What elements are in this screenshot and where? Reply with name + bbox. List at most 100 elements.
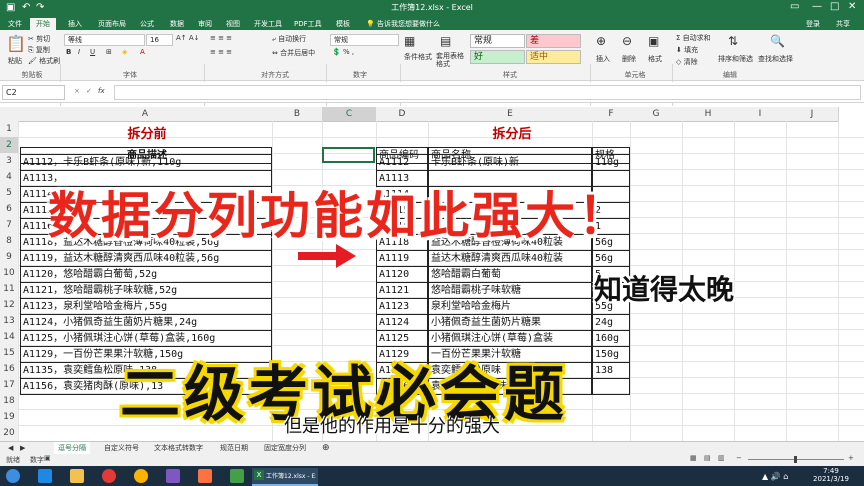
- paste-icon[interactable]: 📋: [6, 34, 26, 53]
- row-header[interactable]: 12: [0, 297, 19, 314]
- row-header[interactable]: 8: [0, 233, 19, 250]
- tab-templates[interactable]: 模板: [330, 18, 356, 30]
- row-header[interactable]: 15: [0, 345, 19, 362]
- normal-view-icon[interactable]: ▦: [690, 454, 697, 462]
- enter-icon[interactable]: ✓: [86, 87, 92, 95]
- browser-icon[interactable]: [134, 469, 148, 483]
- sort-filter-icon[interactable]: ⇅: [728, 34, 738, 48]
- format-cells-icon[interactable]: ▣: [648, 34, 659, 48]
- after-code-cell[interactable]: A1120: [376, 266, 428, 283]
- font-grow-icon[interactable]: A↑ A↓: [176, 34, 200, 42]
- row-header[interactable]: 18: [0, 393, 19, 410]
- number-format-select[interactable]: 常规: [330, 34, 399, 46]
- column-header[interactable]: I: [734, 107, 787, 122]
- fill-color-icon[interactable]: ◈: [122, 48, 127, 56]
- column-header[interactable]: E: [428, 107, 593, 122]
- ie-icon[interactable]: [38, 469, 52, 483]
- underline-button[interactable]: U: [90, 48, 95, 56]
- column-header[interactable]: C: [322, 107, 377, 122]
- close-icon[interactable]: ✕: [848, 1, 856, 12]
- after-code-cell[interactable]: A1119: [376, 250, 428, 267]
- after-spec-cell[interactable]: 24g: [592, 314, 630, 331]
- find-select-button[interactable]: 查找和选择: [758, 54, 793, 64]
- row-header[interactable]: 16: [0, 361, 19, 378]
- after-name-cell[interactable]: 悠哈醋霸白葡萄: [428, 266, 592, 283]
- sheet-tab-fixed-width[interactable]: 固定宽度分列: [260, 442, 310, 454]
- clear-button[interactable]: ◇ 清除: [676, 57, 698, 67]
- app-icon[interactable]: [166, 469, 180, 483]
- after-spec-cell[interactable]: 56g: [592, 250, 630, 267]
- cut-button[interactable]: ✂ 剪切: [28, 34, 50, 44]
- macro-record-icon[interactable]: ▣: [44, 454, 51, 462]
- sheet-tab-custom-symbol[interactable]: 自定义符号: [100, 442, 143, 454]
- format-painter-button[interactable]: 🖌 格式刷: [28, 56, 60, 66]
- column-header[interactable]: B: [272, 107, 323, 122]
- after-name-cell[interactable]: 益达木糖醇清爽西瓜味40粒装: [428, 250, 592, 267]
- wechat-icon[interactable]: [230, 469, 244, 483]
- insert-cells-button[interactable]: 插入: [596, 54, 610, 64]
- tab-pdf-tools[interactable]: PDF工具: [288, 18, 328, 30]
- before-row-cell[interactable]: A1125，小猪佩琪注心饼(草莓)盒装,160g: [20, 330, 272, 347]
- tab-developer[interactable]: 开发工具: [248, 18, 288, 30]
- paste-button[interactable]: 粘贴: [8, 56, 22, 66]
- selected-cell-c2[interactable]: [322, 147, 375, 163]
- column-header[interactable]: G: [630, 107, 683, 122]
- column-header[interactable]: F: [592, 107, 631, 122]
- row-header[interactable]: 7: [0, 217, 19, 234]
- after-name-cell[interactable]: 小猪佩琪注心饼(草莓)盒装: [428, 330, 592, 347]
- after-spec-cell[interactable]: 160g: [592, 330, 630, 347]
- row-header[interactable]: 11: [0, 281, 19, 298]
- folder-icon[interactable]: [70, 469, 84, 483]
- before-row-cell[interactable]: A1120，悠哈醋霸白葡萄,52g: [20, 266, 272, 283]
- after-spec-cell[interactable]: 138: [592, 362, 630, 379]
- after-spec-cell[interactable]: [592, 378, 630, 395]
- after-code-cell[interactable]: A1124: [376, 314, 428, 331]
- column-header[interactable]: A: [18, 107, 273, 122]
- cancel-icon[interactable]: ×: [74, 87, 80, 95]
- taskbar-excel-window[interactable]: X 工作簿12.xlsx - Exc...: [252, 468, 318, 486]
- row-header[interactable]: 19: [0, 409, 19, 426]
- currency-icon[interactable]: 💲 % ,: [332, 48, 354, 56]
- page-break-view-icon[interactable]: ▥: [718, 454, 725, 462]
- border-icon[interactable]: ⊞: [106, 48, 112, 56]
- after-name-cell[interactable]: 悠哈醋霸桃子味软糖: [428, 282, 592, 299]
- style-neutral[interactable]: 适中: [526, 50, 581, 64]
- row-header[interactable]: 1: [0, 121, 19, 138]
- before-row-cell[interactable]: A1119，益达木糖醇清爽西瓜味40粒装,56g: [20, 250, 272, 267]
- tab-data[interactable]: 数据: [164, 18, 190, 30]
- row-header[interactable]: 4: [0, 169, 19, 186]
- table-format-button[interactable]: 套用表格格式: [436, 52, 466, 68]
- share-button[interactable]: 共享: [830, 18, 856, 30]
- copy-button[interactable]: ⎘ 复制: [28, 45, 50, 55]
- after-spec-cell[interactable]: 110g: [592, 154, 630, 171]
- row-header[interactable]: 13: [0, 313, 19, 330]
- tab-formulas[interactable]: 公式: [134, 18, 160, 30]
- start-icon[interactable]: [6, 469, 20, 483]
- bold-button[interactable]: B: [66, 48, 71, 56]
- wrap-text-button[interactable]: ⤶ 自动换行: [272, 34, 306, 44]
- column-header[interactable]: J: [786, 107, 839, 122]
- fill-button[interactable]: ⬇ 填充: [676, 45, 698, 55]
- style-bad[interactable]: 差: [526, 34, 581, 48]
- paint-icon[interactable]: [198, 469, 212, 483]
- after-name-cell[interactable]: 小猪佩奇益生菌奶片糖果: [428, 314, 592, 331]
- row-header[interactable]: 17: [0, 377, 19, 394]
- delete-cells-button[interactable]: 删除: [622, 54, 636, 64]
- clock[interactable]: 7:49 2021/3/19: [808, 467, 854, 483]
- name-box[interactable]: C2: [2, 85, 65, 100]
- sheet-tab-date[interactable]: 规范日期: [216, 442, 252, 454]
- after-name-cell[interactable]: 泉利堂哈哈金梅片: [428, 298, 592, 315]
- before-row-cell[interactable]: A1121，悠哈醋霸桃子味软糖,52g: [20, 282, 272, 299]
- fx-icon[interactable]: fx: [98, 87, 105, 95]
- ribbon-display-icon[interactable]: ▭: [790, 1, 799, 12]
- tell-me-search[interactable]: 💡 告诉我您想要做什么: [360, 18, 446, 30]
- after-code-cell[interactable]: A1123: [376, 298, 428, 315]
- zoom-in-icon[interactable]: +: [848, 454, 854, 462]
- before-row-cell[interactable]: A1123，泉利堂哈哈金梅片,55g: [20, 298, 272, 315]
- media-player-icon[interactable]: [102, 469, 116, 483]
- row-header[interactable]: 9: [0, 249, 19, 266]
- align-left-icon[interactable]: ≡ ≡ ≡: [210, 48, 232, 56]
- after-code-cell[interactable]: A1112: [376, 154, 428, 171]
- before-row-cell[interactable]: A1112，卡乐B虾条(原味)新,110g: [20, 154, 272, 171]
- zoom-thumb[interactable]: [794, 456, 797, 463]
